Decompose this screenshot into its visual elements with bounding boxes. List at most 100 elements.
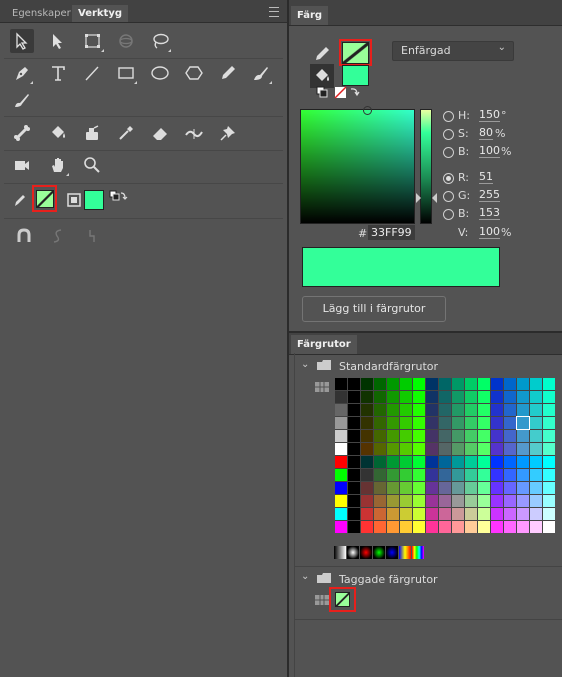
swatch-cell[interactable] [374,456,386,468]
swatch-cell[interactable] [452,469,464,481]
swatch-cell[interactable] [530,508,542,520]
swatch-cell[interactable] [452,391,464,403]
swatch-cell[interactable] [543,495,555,507]
swatch-cell[interactable] [361,443,373,455]
fill-color-chip[interactable] [342,65,369,86]
swatch-cell[interactable] [361,495,373,507]
swatch-cell[interactable] [491,378,503,390]
swatch-cell[interactable] [387,391,399,403]
swatch-cell[interactable] [517,443,529,455]
fill-type-dropdown[interactable]: Enfärgad ⌄ [392,41,514,61]
swatch-cell[interactable] [439,469,451,481]
selection-tool[interactable] [10,29,34,53]
swatch-cell[interactable] [439,391,451,403]
swatch-cell[interactable] [439,417,451,429]
tab-swatches[interactable]: Färgrutor [291,335,357,354]
swatch-cell[interactable] [465,469,477,481]
swatch-cell[interactable] [348,482,360,494]
swatch-cell[interactable] [400,508,412,520]
swatch-cell[interactable] [348,404,360,416]
pin-tool[interactable] [216,121,240,145]
swatch-cell[interactable] [491,495,503,507]
alpha-value[interactable]: 100 [479,226,500,239]
3d-rotation-tool[interactable] [114,29,138,53]
pencil-tool[interactable] [216,61,240,85]
swatch-cell[interactable] [465,495,477,507]
swatch-cell[interactable] [478,443,490,455]
swatch-cell[interactable] [426,378,438,390]
swatch-cell[interactable] [491,456,503,468]
swatch-cell[interactable] [374,417,386,429]
swatch-cell[interactable] [504,495,516,507]
swatch-cell[interactable] [517,456,529,468]
swatch-cell[interactable] [543,443,555,455]
swatch-cell[interactable] [400,521,412,533]
swatch-cell[interactable] [517,391,529,403]
paint-brush-tool[interactable] [249,61,273,85]
swatch-cell[interactable] [400,404,412,416]
swatch-cell[interactable] [335,456,347,468]
width-tool[interactable] [182,121,206,145]
swatch-cell[interactable] [426,508,438,520]
swatch-cell[interactable] [361,456,373,468]
lasso-tool[interactable] [148,29,172,53]
swatch-cell[interactable] [439,521,451,533]
swatch-cell[interactable] [400,456,412,468]
swatch-cell[interactable] [530,495,542,507]
swatch-cell[interactable] [517,430,529,442]
swatch-cell[interactable] [465,417,477,429]
swatch-cell[interactable] [374,469,386,481]
swatch-cell[interactable] [543,430,555,442]
swatch-cell[interactable] [465,378,477,390]
swatch-cell[interactable] [543,404,555,416]
swatch-cell[interactable] [491,482,503,494]
swatch-cell[interactable] [335,482,347,494]
chevron-down-icon[interactable]: ⌄ [301,571,309,582]
swatch-cell[interactable] [465,404,477,416]
swatch-cell[interactable] [426,469,438,481]
swatch-cell[interactable] [517,404,529,416]
swatch-cell[interactable] [348,378,360,390]
swatch-cell[interactable] [504,469,516,481]
swatch-cell[interactable] [348,521,360,533]
swatch-cell[interactable] [439,378,451,390]
swatch-cell[interactable] [530,391,542,403]
swatch-cell[interactable] [335,521,347,533]
swatch-cell[interactable] [517,469,529,481]
swatch-cell[interactable] [374,430,386,442]
radio-blue[interactable] [443,209,454,220]
swatch-cell[interactable] [452,404,464,416]
swatch-cell[interactable] [465,391,477,403]
swatch-cell[interactable] [491,417,503,429]
radio-hue[interactable] [443,111,454,122]
swatch-cell[interactable] [400,417,412,429]
swatch-cell[interactable] [400,391,412,403]
swatch-cell[interactable] [413,495,425,507]
slider-right-arrow-icon[interactable] [432,193,437,203]
swatch-cell[interactable] [439,443,451,455]
panel-menu-icon[interactable] [269,7,279,17]
swatch-cell[interactable] [348,443,360,455]
swatch-cell[interactable] [413,443,425,455]
swatch-cell[interactable] [374,378,386,390]
swatch-cell[interactable] [504,378,516,390]
smooth-icon[interactable] [46,224,70,248]
swap-colors-icon[interactable] [106,186,130,210]
swatch-cell[interactable] [348,456,360,468]
color-picker-field[interactable] [300,106,415,224]
swatch-cell[interactable] [426,482,438,494]
grid-view-icon[interactable] [315,382,329,392]
swatch-cell[interactable] [517,521,529,533]
bone-tool[interactable] [10,121,34,145]
swatch-cell[interactable] [478,456,490,468]
rectangle-tool[interactable] [114,61,138,85]
swatch-cell[interactable] [504,391,516,403]
swatch-cell[interactable] [530,482,542,494]
swatch-cell[interactable] [439,495,451,507]
swatch-cell[interactable] [387,508,399,520]
gradient-swatches[interactable] [334,546,444,559]
brightness-value[interactable]: 100 [479,145,500,158]
straighten-icon[interactable] [80,224,104,248]
swatch-cell[interactable] [387,378,399,390]
swatch-cell[interactable] [374,391,386,403]
